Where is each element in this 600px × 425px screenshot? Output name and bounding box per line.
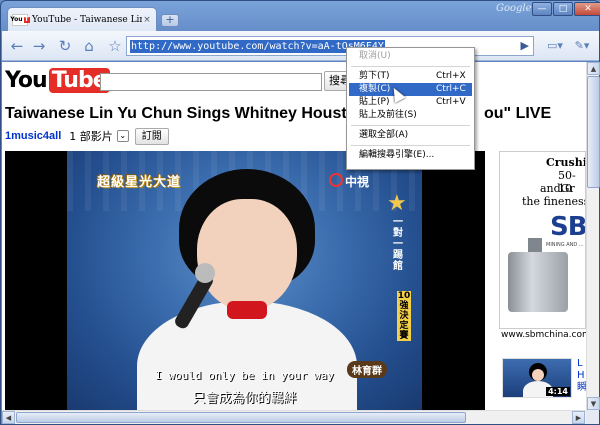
crusher-machine-image xyxy=(508,252,568,312)
menu-separator xyxy=(351,125,470,126)
scroll-down-arrow-icon[interactable]: ▼ xyxy=(587,397,600,410)
network-logo: 中視 xyxy=(345,175,370,189)
vertical-scroll-thumb[interactable] xyxy=(587,76,600,188)
home-button[interactable]: ⌂ xyxy=(80,37,98,55)
menu-item-label: 貼上(P) xyxy=(359,97,390,107)
menu-item-label: 編輯搜尋引擎(E)... xyxy=(359,150,435,160)
minimize-button[interactable]: — xyxy=(532,2,552,16)
menu-item-label: 複製(C) xyxy=(359,84,391,94)
scroll-left-arrow-icon[interactable]: ◀ xyxy=(2,411,15,424)
menu-item-label: 取消(U) xyxy=(359,51,391,61)
subtitle-english: I would only be in your way xyxy=(155,369,334,382)
scroll-corner xyxy=(586,410,599,424)
sidebar-ad[interactable]: Crushing 50-10 andGr the fineness SB MIN… xyxy=(499,151,586,329)
close-window-button[interactable]: ✕ xyxy=(574,2,600,16)
context-menu-item[interactable]: 貼上及前往(S) xyxy=(349,109,472,122)
ad-url[interactable]: www.sbmchina.com xyxy=(501,330,586,340)
tab-title: YouTube - Taiwanese Lin Y... xyxy=(32,14,142,25)
scroll-right-arrow-icon[interactable]: ▶ xyxy=(572,411,585,424)
horizontal-scroll-thumb[interactable] xyxy=(16,412,466,423)
video-player[interactable]: 超級星光大道 中視 ★ 一對一踢館 10強決定賽 林育群 I would onl… xyxy=(5,151,485,410)
page-menu-button[interactable]: ▭▾ xyxy=(544,37,566,55)
reload-button[interactable]: ↻ xyxy=(56,37,74,55)
vertical-scrollbar[interactable]: ▲ ▼ xyxy=(586,62,600,410)
new-tab-button[interactable]: + xyxy=(161,14,179,27)
menu-item-label: 剪下(T) xyxy=(359,71,390,81)
related-video-title[interactable]: L H 瞬 xyxy=(577,358,586,394)
singer-face xyxy=(197,199,297,311)
search-input[interactable] xyxy=(100,73,322,91)
related-video-thumbnail[interactable]: 4:14 xyxy=(502,358,572,398)
bow-tie xyxy=(227,301,267,319)
menu-item-label: 貼上及前往(S) xyxy=(359,110,417,120)
video-duration: 4:14 xyxy=(546,387,570,396)
context-menu-item[interactable]: 選取全部(A) xyxy=(349,129,472,142)
video-count: 1 部影片 xyxy=(69,130,113,143)
bookmark-star-icon[interactable]: ☆ xyxy=(106,37,124,55)
youtube-favicon-icon: You T xyxy=(10,13,30,26)
menu-separator xyxy=(351,66,470,67)
show-banner: 超級星光大道 xyxy=(97,175,182,190)
tab-youtube[interactable]: YouT YouTube - Taiwanese Lin Y... × xyxy=(7,7,157,31)
context-menu-item[interactable]: 複製(C) Ctrl+C xyxy=(349,83,472,96)
channel-link[interactable]: 1music4all xyxy=(5,130,61,142)
side-caption: 一對一踢館 xyxy=(393,217,403,272)
channel-row: 1music4all 1 部影片 ⌄ 訂閱 xyxy=(5,127,169,145)
tab-strip: YouT YouTube - Taiwanese Lin Y... × + Go… xyxy=(1,1,600,31)
context-menu-item: 取消(U) xyxy=(349,50,472,63)
go-arrow-icon[interactable]: ▶ xyxy=(521,39,529,52)
context-menu-item[interactable]: 編輯搜尋引擎(E)... xyxy=(349,149,472,162)
browser-toolbar: ← → ↻ ⌂ ☆ http://www.youtube.com/watch?v… xyxy=(2,31,599,61)
back-button[interactable]: ← xyxy=(8,37,26,55)
tab-close-icon[interactable]: × xyxy=(142,15,152,25)
context-menu: 取消(U) 剪下(T) Ctrl+X 複製(C) Ctrl+C 貼上(P) Ctrl+V 貼上… xyxy=(346,47,475,170)
ctv-logo-icon xyxy=(329,173,343,187)
menu-item-shortcut: Ctrl+V xyxy=(436,97,466,107)
maximize-button[interactable]: □ xyxy=(553,2,573,16)
subtitle-chinese: 只會成為你的羈絆 xyxy=(192,391,297,406)
page-content: You Tube 搜尋 Taiwanese Lin Yu Chun Sings … xyxy=(2,62,586,410)
horizontal-scrollbar[interactable]: ◀ ▶ xyxy=(2,410,586,424)
browser-brand: Google xyxy=(496,3,532,14)
menu-item-shortcut: Ctrl+C xyxy=(436,84,466,94)
menu-separator xyxy=(351,145,470,146)
star-icon: ★ xyxy=(387,191,407,216)
menu-item-shortcut: Ctrl+X xyxy=(436,71,466,81)
wrench-menu-button[interactable]: ✎▾ xyxy=(570,37,594,55)
microphone-head xyxy=(195,263,215,283)
ad-logo: SB xyxy=(550,212,586,242)
forward-button[interactable]: → xyxy=(30,37,48,55)
context-menu-item[interactable]: 剪下(T) Ctrl+X xyxy=(349,70,472,83)
window-controls: — □ ✕ xyxy=(531,2,600,16)
subscribe-button[interactable]: 訂閱 xyxy=(134,127,169,145)
youtube-logo[interactable]: You Tube xyxy=(5,68,110,93)
browser-window: YouT YouTube - Taiwanese Lin Y... × + Go… xyxy=(0,0,600,425)
context-menu-item[interactable]: 貼上(P) Ctrl+V xyxy=(349,96,472,109)
chevron-down-icon[interactable]: ⌄ xyxy=(116,130,129,142)
menu-item-label: 選取全部(A) xyxy=(359,130,409,140)
side-caption-2: 10強決定賽 xyxy=(397,291,411,341)
scroll-up-arrow-icon[interactable]: ▲ xyxy=(587,62,600,75)
video-title: Taiwanese Lin Yu Chun Sings Whitney Hous… xyxy=(5,105,552,122)
